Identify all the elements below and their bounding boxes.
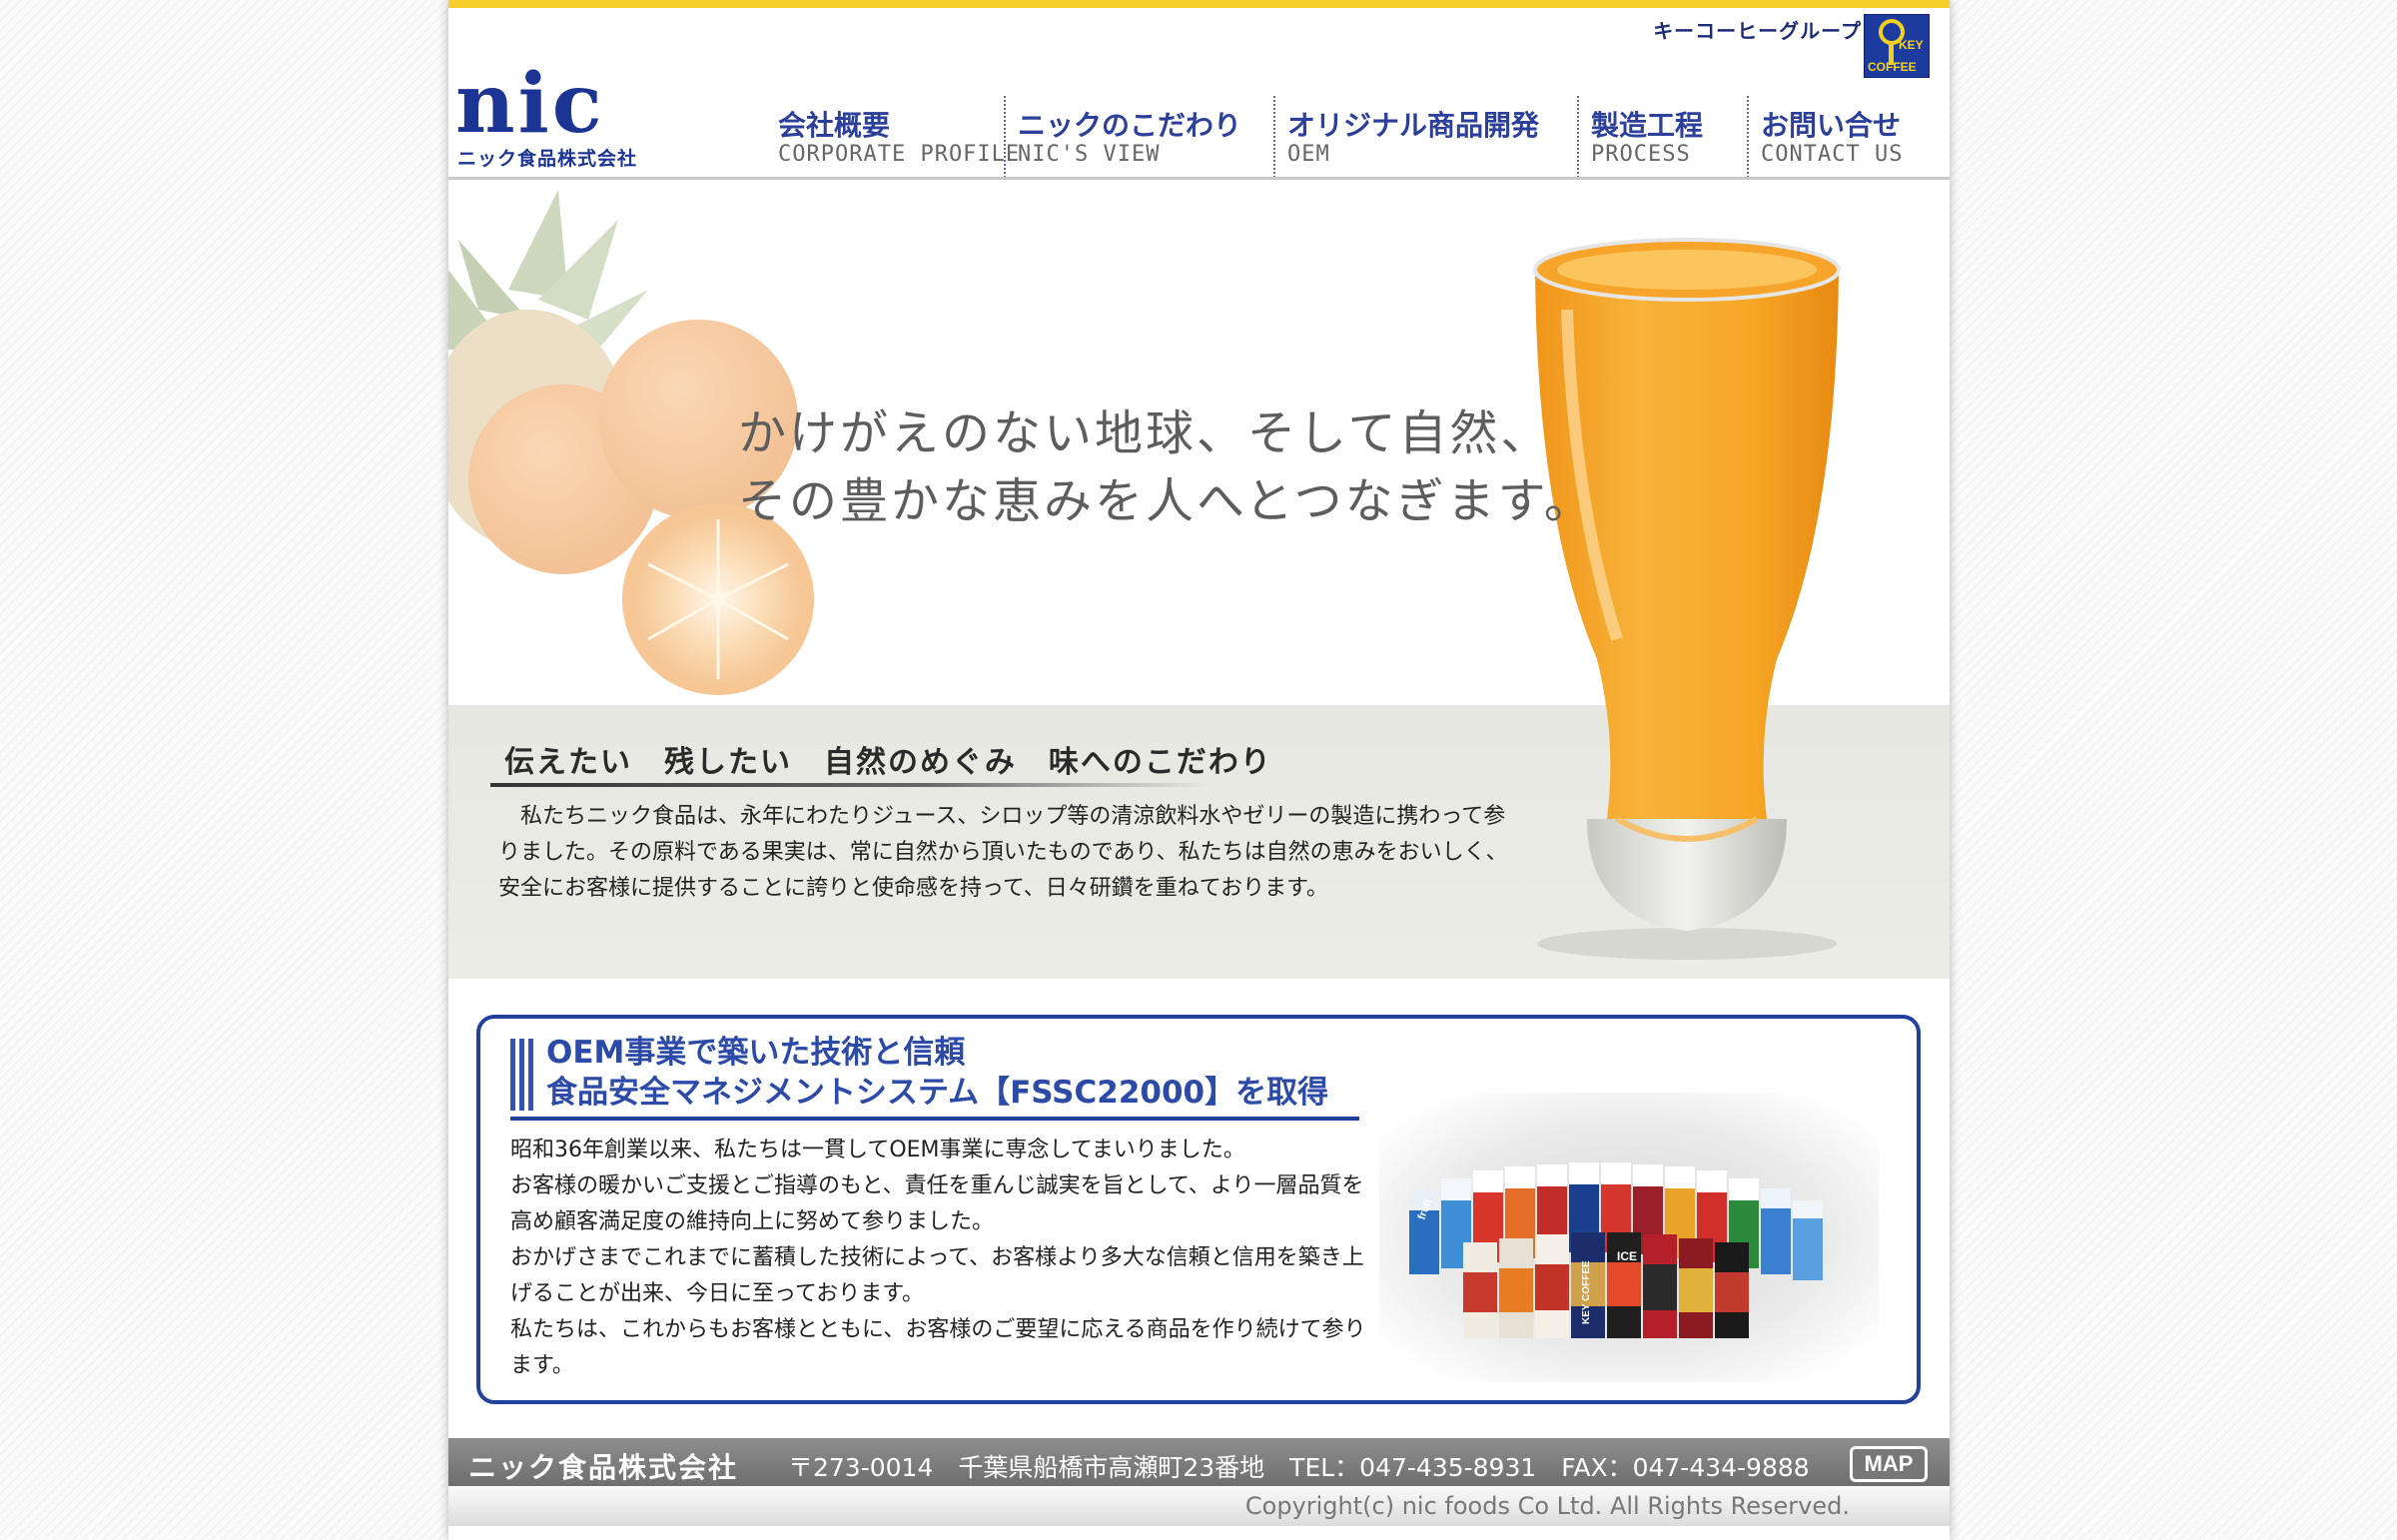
carton-label: ICE bbox=[1617, 1249, 1637, 1263]
oem-title: OEM事業で築いた技術と信頼 食品安全マネジメントシステム【FSSC22000】… bbox=[546, 1033, 1328, 1113]
oem-title-line1: OEM事業で築いた技術と信頼 bbox=[546, 1035, 966, 1071]
nav-label-en: CORPORATE PROFILE bbox=[778, 142, 1021, 167]
orange-juice-glass-image bbox=[1533, 238, 1841, 960]
nav-item-corporate-profile[interactable]: 会社概要 CORPORATE PROFILE bbox=[764, 96, 1019, 178]
oem-section: OEM事業で築いた技術と信頼 食品安全マネジメントシステム【FSSC22000】… bbox=[476, 1015, 1921, 1404]
oem-paragraph: お客様の暖かいご支援とご指導のもと、責任を重んじ誠実を旨として、より一層品質を高… bbox=[510, 1173, 1364, 1234]
nav-separator bbox=[1747, 96, 1749, 178]
nav-item-contact-us[interactable]: お問い合せ CONTACT US bbox=[1747, 96, 1947, 178]
oem-title-line2: 食品安全マネジメントシステム【FSSC22000】を取得 bbox=[546, 1075, 1329, 1111]
oem-paragraph: 昭和36年創業以来、私たちは一貫してOEM事業に専念してまいりました。 bbox=[510, 1138, 1245, 1162]
nav-label-en: NIC'S VIEW bbox=[1018, 142, 1161, 167]
nav-item-nics-view[interactable]: ニックのこだわり NIC'S VIEW bbox=[1004, 96, 1271, 178]
hero-tagline-line2: その豊かな恵みを人へとつなぎます。 bbox=[738, 473, 1595, 529]
nav-separator bbox=[1273, 96, 1275, 178]
page-container: キーコーヒーグループ KEY COFFEE nic ニック食品株式会社 会社概要… bbox=[448, 0, 1950, 1540]
oem-paragraph: 私たちは、これからもお客様とともに、お客様のご要望に応える商品を作り続けて参りま… bbox=[510, 1317, 1366, 1378]
nav-label-en: OEM bbox=[1287, 142, 1330, 167]
nav-label-en: PROCESS bbox=[1591, 142, 1691, 167]
nav-label-jp: 製造工程 bbox=[1591, 109, 1704, 142]
key-logo-text-bottom: COFFEE bbox=[1868, 60, 1917, 74]
nic-logo-word: nic bbox=[455, 56, 605, 152]
oem-paragraph: おかげさまでこれまでに蓄積した技術によって、お客様より多大な信頼と信用を築き上げ… bbox=[510, 1245, 1364, 1306]
nav-separator bbox=[1577, 96, 1579, 178]
map-button[interactable]: MAP bbox=[1850, 1446, 1928, 1482]
carton-label: KEY COFFEE bbox=[1581, 1260, 1592, 1324]
nav-label-jp: ニックのこだわり bbox=[1018, 109, 1242, 142]
hero-subheading: 伝えたい 残したい 自然のめぐみ 味へのこだわり bbox=[504, 745, 1272, 780]
title-accent-bars bbox=[510, 1039, 534, 1111]
hero-intro-text: 私たちニック食品は、永年にわたりジュース、シロップ等の清涼飲料水やゼリーの製造に… bbox=[498, 804, 1508, 901]
product-lineup-image: fruit KEY COFFEE ICE bbox=[1379, 1093, 1879, 1382]
key-logo-text-top: KEY bbox=[1899, 38, 1924, 52]
oem-body-text: 昭和36年創業以来、私たちは一貫してOEM事業に専念してまいりました。 お客様の… bbox=[510, 1133, 1369, 1384]
group-label[interactable]: キーコーヒーグループ bbox=[1653, 15, 1862, 44]
nav-label-jp: オリジナル商品開発 bbox=[1287, 109, 1540, 142]
hero-tagline: かけがえのない地球、そして自然、 その豊かな恵みを人へとつなぎます。 bbox=[738, 399, 1595, 535]
nav-label-jp: お問い合せ bbox=[1761, 109, 1902, 142]
key-coffee-logo[interactable]: KEY COFFEE bbox=[1864, 14, 1930, 78]
footer-address: 〒273-0014 千葉県船橋市高瀬町23番地 TEL：047-435-8931… bbox=[788, 1453, 1810, 1482]
nav-separator bbox=[1004, 96, 1006, 178]
subheading-underline bbox=[490, 783, 1211, 787]
nav-label-jp: 会社概要 bbox=[778, 109, 891, 142]
main-nav: 会社概要 CORPORATE PROFILE ニックのこだわり NIC'S VI… bbox=[764, 96, 1950, 178]
oem-title-underline bbox=[510, 1117, 1359, 1121]
copyright-bar: Copyright(c) nic foods Co Ltd. All Right… bbox=[448, 1486, 1950, 1526]
copyright-text: Copyright(c) nic foods Co Ltd. All Right… bbox=[1244, 1492, 1850, 1520]
nic-logo[interactable]: nic ニック食品株式会社 bbox=[455, 56, 665, 176]
nav-item-process[interactable]: 製造工程 PROCESS bbox=[1577, 96, 1747, 178]
footer-company-name: ニック食品株式会社 bbox=[468, 1451, 739, 1484]
top-accent-bar bbox=[448, 0, 1950, 8]
nic-logo-company: ニック食品株式会社 bbox=[457, 148, 638, 170]
nav-item-oem[interactable]: オリジナル商品開発 OEM bbox=[1273, 96, 1575, 178]
hero-tagline-line1: かけがえのない地球、そして自然、 bbox=[738, 405, 1552, 461]
product-cartons-illustration: fruit KEY COFFEE ICE bbox=[1409, 1162, 1823, 1338]
footer-bar: ニック食品株式会社 〒273-0014 千葉県船橋市高瀬町23番地 TEL：04… bbox=[448, 1438, 1950, 1486]
nav-label-en: CONTACT US bbox=[1761, 142, 1904, 167]
